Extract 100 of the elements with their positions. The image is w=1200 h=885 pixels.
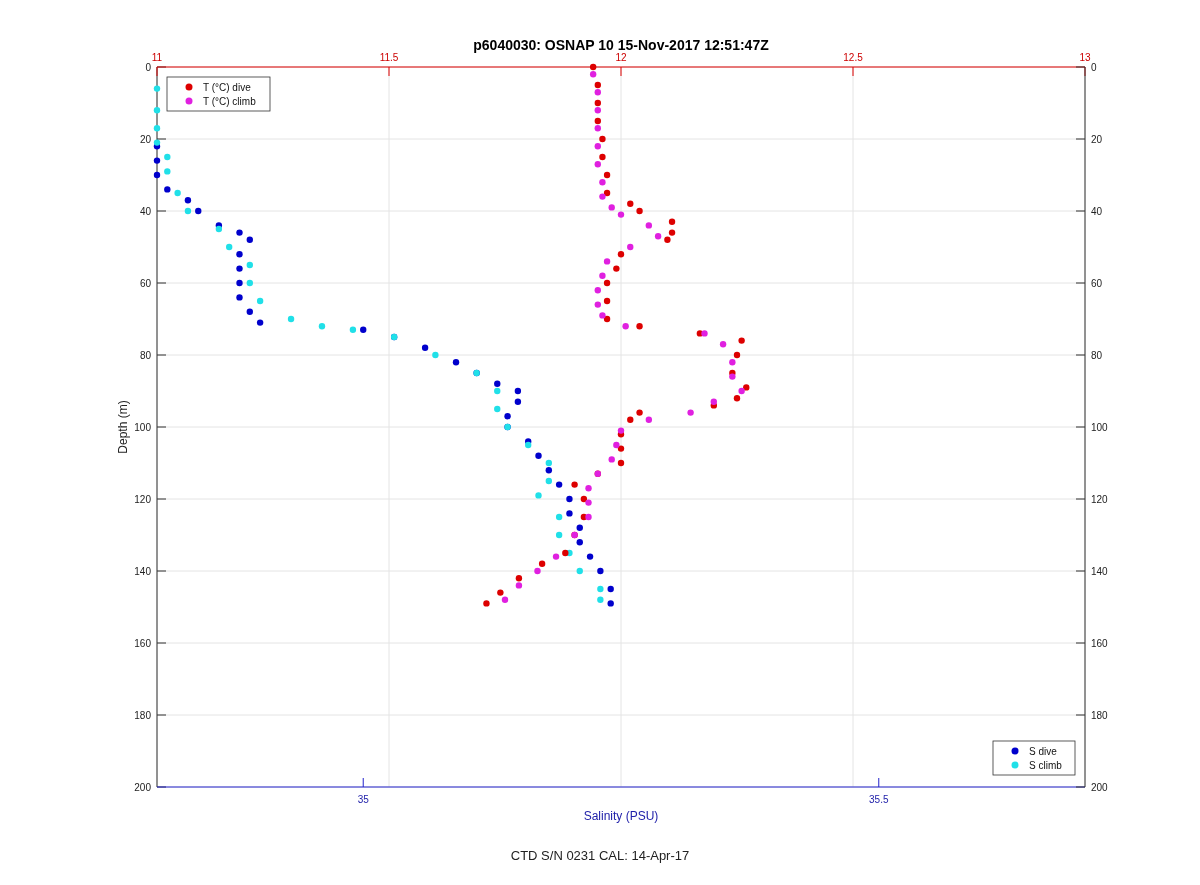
data-point xyxy=(636,207,643,215)
data-point xyxy=(164,186,171,193)
data-point xyxy=(432,351,439,359)
data-point xyxy=(349,326,357,333)
tick-label: 120 xyxy=(134,494,151,505)
data-point xyxy=(421,344,429,351)
data-point xyxy=(318,323,326,330)
data-point xyxy=(603,258,611,265)
data-point xyxy=(195,207,202,215)
data-point xyxy=(184,197,192,204)
data-point xyxy=(535,492,542,499)
data-point xyxy=(545,477,552,485)
data-point xyxy=(256,319,264,326)
tick-label: 12.5 xyxy=(843,52,863,63)
data-point xyxy=(555,531,563,539)
data-point xyxy=(153,107,161,114)
data-point xyxy=(622,323,629,330)
data-point xyxy=(627,243,634,251)
tick-label: 200 xyxy=(1091,782,1108,793)
data-point xyxy=(654,233,662,240)
data-point xyxy=(287,315,295,323)
data-point xyxy=(504,413,511,420)
tick-label: 12 xyxy=(615,52,627,63)
data-point xyxy=(613,265,620,272)
data-point xyxy=(617,211,625,218)
tick-label: 60 xyxy=(1091,278,1103,289)
data-point xyxy=(617,459,625,467)
tick-label: 120 xyxy=(1091,494,1108,505)
data-point xyxy=(236,294,243,301)
data-point xyxy=(627,200,634,207)
data-point xyxy=(360,326,367,333)
data-point xyxy=(617,251,625,258)
legend-label: T (°C) climb xyxy=(203,96,256,107)
data-point xyxy=(603,297,611,305)
data-point xyxy=(164,153,171,161)
data-point xyxy=(226,243,233,251)
data-point xyxy=(514,387,522,395)
legend-label: T (°C) dive xyxy=(203,82,251,93)
tick-label: 11 xyxy=(151,52,163,63)
data-point xyxy=(236,279,243,287)
data-point xyxy=(645,222,653,229)
data-point xyxy=(174,189,181,197)
data-point xyxy=(636,409,643,416)
data-point xyxy=(668,218,676,225)
data-point xyxy=(594,287,601,294)
data-point xyxy=(608,204,615,211)
data-point xyxy=(552,553,560,560)
data-point xyxy=(153,125,161,132)
data-point xyxy=(608,456,615,463)
tick-label: 40 xyxy=(139,206,151,217)
data-point xyxy=(246,308,253,315)
tick-label: 140 xyxy=(1091,566,1108,577)
data-point xyxy=(571,481,578,488)
tick-label: 20 xyxy=(1091,134,1103,145)
chart-title: p6040030: OSNAP 10 15-Nov-2017 12:51:47Z xyxy=(473,37,769,53)
data-point xyxy=(555,513,563,521)
tick-label: 0 xyxy=(145,62,151,73)
tick-label: 180 xyxy=(134,710,151,721)
data-point xyxy=(153,85,161,92)
data-point xyxy=(687,409,694,416)
data-point xyxy=(483,600,490,607)
tick-label: 180 xyxy=(1091,710,1108,721)
data-point xyxy=(607,600,614,607)
data-point xyxy=(236,229,243,236)
data-point xyxy=(645,416,653,423)
tick-label: 0 xyxy=(1091,62,1097,73)
data-point xyxy=(585,485,592,492)
tick-label: 100 xyxy=(134,422,151,433)
data-point xyxy=(607,585,614,593)
data-point xyxy=(184,207,192,215)
data-point xyxy=(597,567,604,575)
data-point xyxy=(597,596,604,603)
figure-caption: CTD S/N 0231 CAL: 14-Apr-17 xyxy=(510,848,690,863)
tick-label: 11.5 xyxy=(379,52,399,63)
data-point xyxy=(597,585,604,593)
data-point xyxy=(535,452,542,459)
data-point xyxy=(246,279,253,287)
tick-label: 40 xyxy=(1091,206,1103,217)
legend-label: S climb xyxy=(1029,760,1062,771)
data-point xyxy=(236,265,243,272)
legend-label: S dive xyxy=(1029,746,1057,757)
data-point xyxy=(576,567,583,575)
data-point xyxy=(719,341,727,348)
data-point xyxy=(153,157,161,164)
tick-label: 100 xyxy=(1091,422,1108,433)
tick-label: 60 xyxy=(139,278,151,289)
tick-label: 80 xyxy=(139,350,151,361)
data-point xyxy=(494,405,501,413)
tick-label: 160 xyxy=(134,638,151,649)
data-point xyxy=(246,261,253,269)
data-point xyxy=(452,359,460,366)
tick-label: 35.5 xyxy=(869,794,889,805)
data-point xyxy=(256,297,264,305)
data-point xyxy=(514,398,522,405)
tick-label: 13 xyxy=(1079,52,1091,63)
data-point xyxy=(566,495,573,503)
tick-label: 80 xyxy=(1091,350,1103,361)
tick-label: 35 xyxy=(357,794,369,805)
data-point xyxy=(738,337,745,344)
tick-label: 160 xyxy=(1091,638,1108,649)
